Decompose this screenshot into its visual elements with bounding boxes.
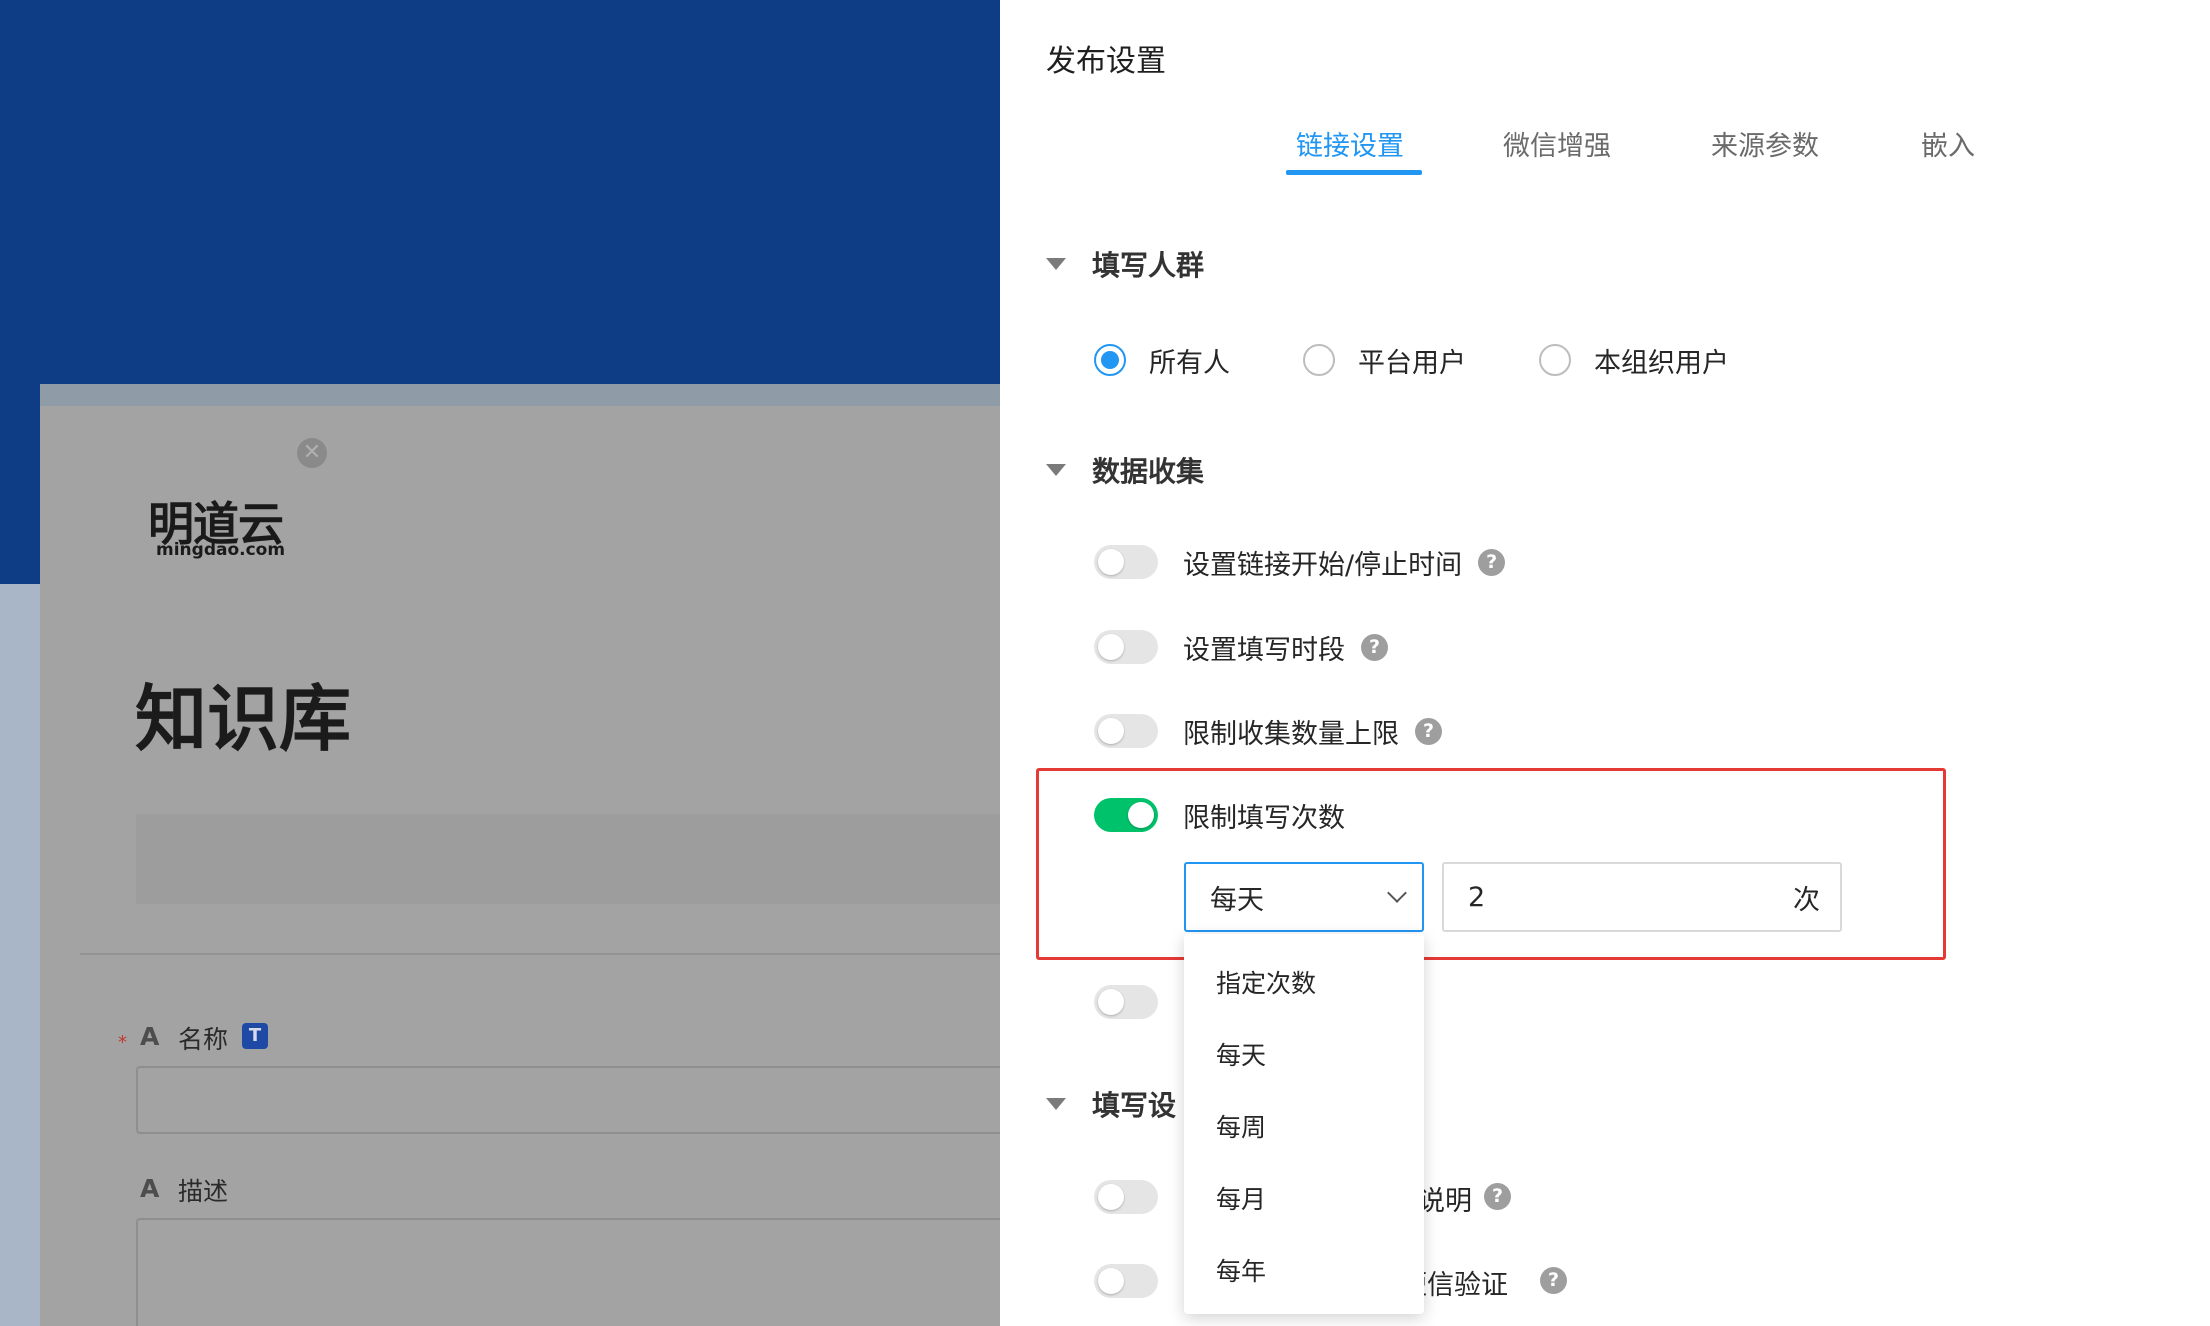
- chevron-down-icon: [1387, 883, 1407, 903]
- radio-checked-icon: [1094, 344, 1126, 376]
- required-marker: *: [118, 1032, 127, 1053]
- form-description-block: [136, 814, 1000, 904]
- dropdown-option-weekly[interactable]: 每周: [1216, 1108, 1266, 1144]
- section-audience-header[interactable]: 填写人群: [1046, 244, 1204, 284]
- text-field-type-icon: A: [140, 1174, 160, 1203]
- radio-platform-users[interactable]: 平台用户: [1303, 340, 1466, 380]
- toggle-row-fill-count-limit: 限制填写次数: [1094, 795, 1345, 835]
- fill-instructions-label-tail: 说明: [1418, 1186, 1472, 1217]
- hidden-option-toggle[interactable]: [1094, 985, 1158, 1019]
- publish-settings-panel: 发布设置 链接设置 微信增强 来源参数 嵌入 填写人群 所有人 平台用户 本组织…: [1000, 0, 2210, 1326]
- active-tab-indicator: [1286, 170, 1422, 175]
- description-input[interactable]: [136, 1218, 1000, 1326]
- dropdown-option-monthly[interactable]: 每月: [1216, 1180, 1266, 1216]
- help-icon[interactable]: ?: [1478, 548, 1506, 576]
- name-input[interactable]: [136, 1066, 1000, 1134]
- tab-link-settings[interactable]: 链接设置: [1296, 124, 1404, 163]
- dropdown-option-yearly[interactable]: 每年: [1216, 1252, 1266, 1288]
- radio-org-users[interactable]: 本组织用户: [1539, 340, 1729, 380]
- limit-count-input[interactable]: 2 次: [1442, 862, 1842, 932]
- radio-everyone[interactable]: 所有人: [1094, 340, 1230, 380]
- dropdown-option-specified-count[interactable]: 指定次数: [1216, 964, 1316, 1000]
- close-icon[interactable]: ✕: [297, 438, 327, 468]
- caret-down-icon: [1046, 464, 1066, 476]
- period-dropdown-menu: 指定次数 每天 每周 每月 每年: [1184, 934, 1424, 1314]
- toggle-row-sms-verification: [1094, 1261, 1183, 1301]
- fill-count-limit-toggle[interactable]: [1094, 798, 1158, 832]
- divider: [80, 953, 1000, 955]
- radio-unchecked-icon: [1303, 344, 1335, 376]
- form-preview: ✕ 明道云 mingdao.com 知识库 * A 名称 T A 描述: [0, 0, 1000, 1326]
- toggle-row-hidden: [1094, 982, 1183, 1022]
- collection-limit-toggle[interactable]: [1094, 714, 1158, 748]
- brand-logo-domain: mingdao.com: [156, 540, 286, 560]
- tab-source-params[interactable]: 来源参数: [1711, 124, 1819, 163]
- toggle-row-fill-instructions: [1094, 1177, 1183, 1217]
- fill-instructions-toggle[interactable]: [1094, 1180, 1158, 1214]
- panel-title: 发布设置: [1046, 44, 1166, 79]
- fill-period-toggle[interactable]: [1094, 630, 1158, 664]
- tab-wechat-enhance[interactable]: 微信增强: [1503, 124, 1611, 163]
- toggle-row-fill-period: 设置填写时段 ?: [1094, 627, 1388, 667]
- toggle-row-collection-limit: 限制收集数量上限 ?: [1094, 711, 1442, 751]
- title-field-badge: T: [242, 1023, 268, 1049]
- sms-verification-toggle[interactable]: [1094, 1264, 1158, 1298]
- section-fill-settings-header[interactable]: 填写设: [1046, 1084, 1176, 1124]
- help-icon[interactable]: ?: [1540, 1267, 1567, 1294]
- help-icon[interactable]: ?: [1484, 1183, 1511, 1210]
- tab-embed[interactable]: 嵌入: [1921, 124, 1975, 163]
- help-icon[interactable]: ?: [1361, 633, 1388, 661]
- caret-down-icon: [1046, 258, 1066, 270]
- help-icon[interactable]: ?: [1415, 717, 1442, 745]
- field-label-name: 名称: [178, 1025, 229, 1054]
- field-label-description: 描述: [178, 1177, 229, 1206]
- caret-down-icon: [1046, 1098, 1066, 1110]
- text-field-type-icon: A: [140, 1022, 160, 1051]
- section-collection-header[interactable]: 数据收集: [1046, 450, 1204, 490]
- start-stop-time-toggle[interactable]: [1094, 545, 1158, 579]
- limit-period-select[interactable]: 每天: [1184, 862, 1424, 932]
- dropdown-option-daily[interactable]: 每天: [1216, 1036, 1266, 1072]
- radio-unchecked-icon: [1539, 344, 1571, 376]
- form-title: 知识库: [135, 677, 352, 761]
- toggle-row-start-stop-time: 设置链接开始/停止时间 ?: [1094, 542, 1506, 582]
